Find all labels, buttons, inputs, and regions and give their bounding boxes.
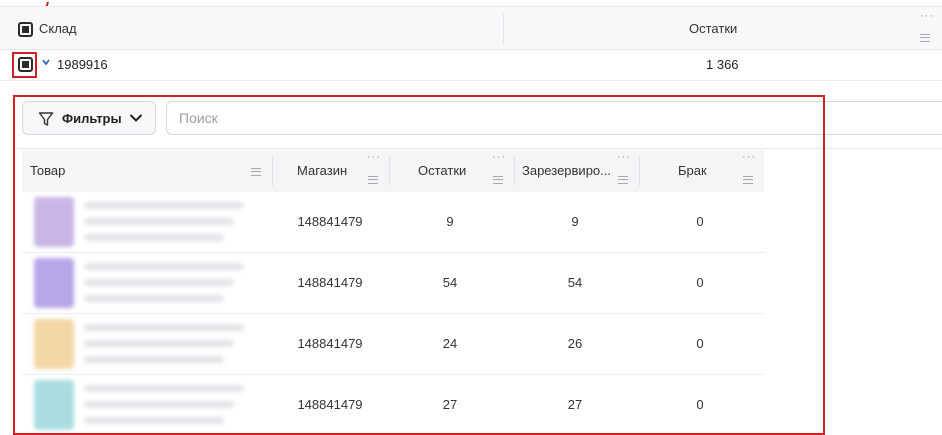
warehouse-row[interactable] — [0, 50, 942, 81]
column-header-stock[interactable]: Остатки — [689, 21, 737, 36]
warehouse-id: 1989916 — [57, 57, 108, 72]
column-dots-icon[interactable]: ··· — [920, 11, 934, 22]
column-separator[interactable] — [503, 13, 504, 45]
warehouse-grid-header: Склад Остатки ··· — [0, 6, 942, 50]
warehouse-stock: 1 366 — [706, 57, 739, 72]
chevron-down-icon[interactable] — [42, 58, 50, 66]
column-header-warehouse[interactable]: Склад — [39, 21, 77, 36]
nested-table-highlight — [13, 95, 825, 435]
select-all-checkbox[interactable] — [18, 22, 33, 37]
checkbox-highlight — [12, 52, 37, 78]
column-menu-icon[interactable] — [920, 34, 930, 42]
